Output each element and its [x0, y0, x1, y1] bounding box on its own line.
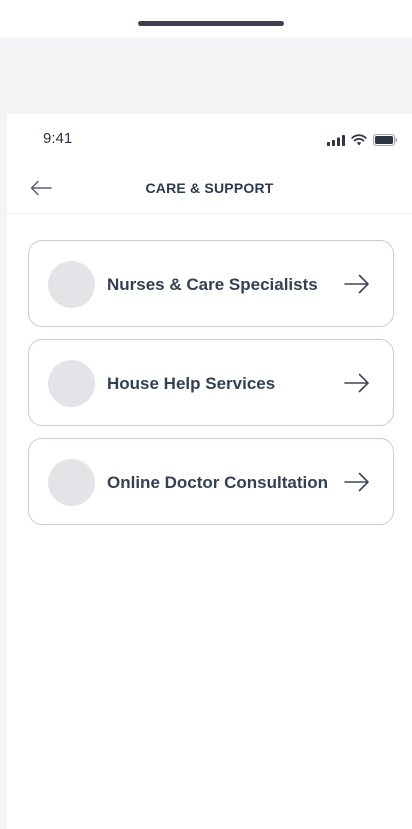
service-label: Nurses & Care Specialists [107, 275, 318, 294]
service-avatar [48, 360, 95, 407]
service-label: Online Doctor Consultation [107, 473, 328, 492]
service-label: House Help Services [107, 374, 276, 393]
top-panel [0, 0, 412, 37]
service-avatar [48, 261, 95, 308]
service-avatar [48, 459, 95, 506]
arrow-right-icon [344, 472, 369, 492]
arrow-right-icon [344, 373, 369, 393]
status-bar: 9:41 [7, 114, 412, 164]
signal-icon [327, 133, 345, 151]
wifi-icon [351, 133, 367, 151]
status-icons [327, 133, 398, 151]
status-time: 9:41 [43, 130, 73, 147]
page-title: CARE & SUPPORT [145, 180, 274, 196]
service-card-nurses[interactable]: Nurses & Care Specialists [28, 240, 394, 327]
service-card-online-doctor[interactable]: Online Doctor Consultation [28, 438, 394, 525]
phone-screen: 9:41 CARE & SUPPORT Nurses & Care Specia… [7, 114, 412, 829]
app-header: CARE & SUPPORT [7, 164, 412, 214]
battery-icon [373, 133, 398, 151]
service-list: Nurses & Care Specialists House Help Ser… [28, 240, 394, 537]
home-indicator [138, 21, 284, 26]
service-card-house-help[interactable]: House Help Services [28, 339, 394, 426]
arrow-right-icon [344, 274, 369, 294]
